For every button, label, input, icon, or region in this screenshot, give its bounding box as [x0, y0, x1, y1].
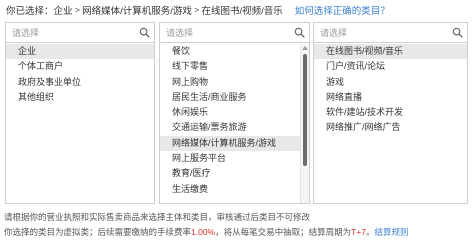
category-item[interactable]: 在线图书/视频/音乐	[314, 44, 467, 60]
category-panel-level2: 餐饮线下零售网上购物居民生活/商业服务休闲娱乐交通运输/票务旅游网络媒体/计算机…	[159, 22, 310, 204]
category-item[interactable]: 休闲娱乐	[160, 105, 309, 120]
category-item[interactable]: 个体工商户	[6, 59, 154, 74]
fee-rate-value: 1.00%	[191, 227, 216, 237]
breadcrumb-item-level3: 在线图书/视频/音乐	[201, 6, 283, 17]
category-search-input-level2[interactable]	[160, 23, 309, 42]
category-selection-note: 请根据你的营业执照和实际售卖商品来选择主体和类目，审核通过后类目不可修改	[4, 212, 311, 222]
fee-info-text: 。	[366, 227, 375, 237]
category-item[interactable]: 网络媒体/计算机服务/游戏	[160, 135, 309, 152]
fee-info-text: 你选择的类目为虚拟类；后续需要缴纳的手续费率	[4, 227, 192, 237]
search-icon[interactable]	[139, 27, 150, 38]
category-item[interactable]: 居民生活/商业服务	[160, 90, 309, 105]
category-help-link[interactable]: 如何选择正确的类目？	[295, 3, 390, 17]
category-item[interactable]: 企业	[6, 44, 154, 60]
category-item[interactable]: 网络直播	[314, 90, 467, 105]
breadcrumb-prefix: 你已选择：	[6, 6, 54, 17]
settlement-rules-link[interactable]: 结算规则	[375, 227, 409, 237]
category-search-box	[314, 23, 467, 43]
category-item[interactable]: 网上购物	[160, 75, 309, 90]
category-search-box	[6, 23, 154, 43]
category-panel-level3: 在线图书/视频/音乐门户/资讯/论坛游戏网络直播软件/建站/技术开发网络推广/网…	[313, 22, 468, 204]
scroll-up-arrow-icon[interactable]	[302, 46, 308, 50]
category-item[interactable]: 餐饮	[160, 44, 309, 59]
search-icon[interactable]	[294, 27, 305, 38]
category-item[interactable]: 网络推广/网络广告	[314, 120, 467, 135]
settlement-period-value: T+7	[351, 227, 367, 237]
category-list-level3: 在线图书/视频/音乐 门户/资讯/论坛 游戏 网络直播 软件/建站/技术开发 网络推广/网…	[314, 44, 467, 203]
category-item[interactable]: 线下零售	[160, 59, 309, 74]
category-panel-level1: 企业个体工商户政府及事业单位其他组织	[5, 22, 155, 204]
category-search-input-level3[interactable]	[314, 23, 467, 42]
scrollbar-thumb[interactable]	[303, 54, 307, 166]
category-list-scrollbar[interactable]	[300, 44, 309, 203]
category-item[interactable]: 网上服务平台	[160, 151, 309, 166]
breadcrumb: 你已选择： 企业 > 网络媒体/计算机服务/游戏 > 在线图书/视频/音乐 如何…	[6, 3, 390, 18]
category-item[interactable]: 交通运输/票务旅游	[160, 120, 309, 135]
search-icon[interactable]	[452, 27, 463, 38]
fee-info-note: 你选择的类目为虚拟类；后续需要缴纳的手续费率1.00%，将从每笔交易中抽取；结算…	[4, 226, 409, 238]
category-list-level1: 企业 个体工商户 政府及事业单位 其他组织	[6, 44, 154, 203]
category-item[interactable]: 教育/医疗	[160, 166, 309, 181]
breadcrumb-separator: >	[74, 4, 81, 16]
breadcrumb-item-level1: 企业	[53, 6, 73, 17]
category-item[interactable]: 软件/建站/技术开发	[314, 105, 467, 120]
fee-info-text: ，将从每笔交易中抽取；结算周期为	[215, 227, 352, 237]
breadcrumb-item-level2: 网络媒体/计算机服务/游戏	[82, 6, 192, 17]
category-item[interactable]: 其他组织	[6, 90, 154, 105]
category-list-level2: 餐饮 线下零售 网上购物 居民生活/商业服务 休闲娱乐 交通运输/票务旅游 网络媒体/计算机…	[160, 44, 309, 203]
category-item[interactable]: 生活缴费	[160, 182, 309, 197]
category-item[interactable]: 政府及事业单位	[6, 75, 154, 90]
category-item[interactable]: 门户/资讯/论坛	[314, 59, 467, 74]
category-item[interactable]: 游戏	[314, 75, 467, 90]
breadcrumb-separator: >	[193, 4, 200, 16]
category-search-input-level1[interactable]	[6, 23, 154, 42]
category-search-box	[160, 23, 309, 43]
